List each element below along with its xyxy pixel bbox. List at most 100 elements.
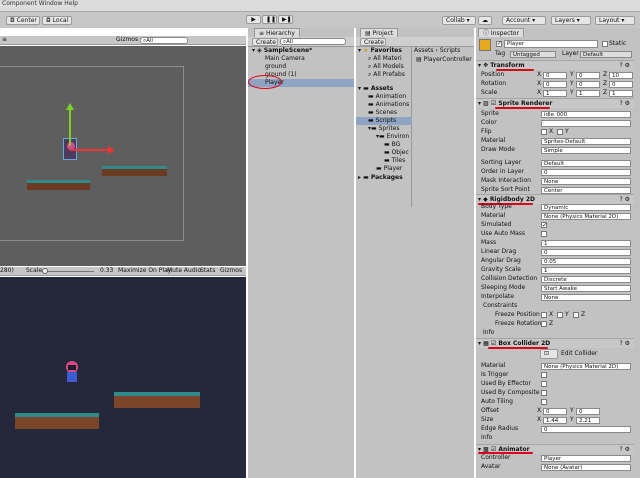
- move-gizmo-y-axis[interactable]: [69, 108, 71, 146]
- project-create-button[interactable]: Create ▾: [360, 38, 386, 46]
- use-auto-mass-checkbox[interactable]: [541, 231, 547, 237]
- script-file[interactable]: ▤ PlayerController: [416, 56, 474, 64]
- freeze-position-y-checkbox[interactable]: [557, 312, 563, 318]
- rigidbody-mass-field[interactable]: 1: [541, 240, 631, 247]
- assets-item[interactable]: ▬ Scenes: [368, 109, 397, 117]
- component-settings-icon[interactable]: ? ⚙: [620, 445, 630, 454]
- transform-z-field[interactable]: 10: [609, 72, 633, 79]
- freeze-rotation-z-checkbox[interactable]: [541, 321, 547, 327]
- scale-slider-thumb[interactable]: [42, 268, 48, 274]
- rigidbody-label[interactable]: Info: [483, 329, 494, 337]
- box-collider-material-field[interactable]: None (Physics Material 2D): [541, 363, 631, 370]
- box-collider-checkbox[interactable]: [541, 372, 547, 378]
- layers-dropdown[interactable]: Layers ▾: [551, 16, 591, 25]
- component-settings-icon[interactable]: ? ⚙: [620, 195, 630, 204]
- scene-ground-platform[interactable]: [27, 180, 90, 190]
- box-collider-size-y-field[interactable]: 2.21: [576, 417, 600, 424]
- transform-z-field[interactable]: 0: [609, 81, 633, 88]
- box-collider-checkbox[interactable]: [541, 390, 547, 396]
- hierarchy-item[interactable]: ground: [265, 63, 286, 71]
- component-settings-icon[interactable]: ? ⚙: [620, 61, 630, 70]
- pivot-center-button[interactable]: ◘ Center: [6, 16, 40, 25]
- sprites-item[interactable]: ▾▬ Environ: [376, 133, 409, 141]
- rigidbody-label[interactable]: Constraints: [483, 302, 517, 310]
- scene-view[interactable]: [0, 46, 246, 266]
- rigidbody-angular-drag-field[interactable]: 0.05: [541, 258, 631, 265]
- box-collider-size-x-field[interactable]: 1.44: [543, 417, 567, 424]
- rigidbody-sleeping-field[interactable]: Start Awake: [541, 285, 631, 292]
- hierarchy-item[interactable]: Main Camera: [265, 55, 305, 63]
- sprite-renderer-order-field[interactable]: 0: [541, 169, 631, 176]
- favorites-item[interactable]: ⌕ All Prefabs: [368, 71, 405, 79]
- transform-x-field[interactable]: 0: [543, 81, 567, 88]
- tab-inspector[interactable]: ⓘ Inspector: [478, 28, 524, 37]
- layer-dropdown[interactable]: Default: [580, 51, 632, 58]
- rigidbody-interpolate-field[interactable]: None: [541, 294, 631, 301]
- sprite-renderer-sprite-field[interactable]: idle_000: [541, 111, 631, 118]
- favorites-item[interactable]: ⌕ All Models: [368, 63, 404, 71]
- tab-project[interactable]: ▤ Project: [360, 28, 399, 37]
- scale-slider[interactable]: [42, 268, 94, 274]
- assets-item[interactable]: ▾▬ Sprites: [368, 125, 400, 133]
- favorites-item[interactable]: ⌕ All Materi: [368, 55, 402, 63]
- sprite-renderer-color-field[interactable]: [541, 120, 631, 127]
- scene-search-input[interactable]: ⌕All: [140, 37, 188, 44]
- rigidbody-linear-drag-field[interactable]: 0: [541, 249, 631, 256]
- maximize-on-play-toggle[interactable]: Maximize On Play: [118, 267, 171, 275]
- assets-item[interactable]: ▬ Animations: [368, 101, 409, 109]
- sprites-item[interactable]: ▬ Tiles: [384, 157, 405, 165]
- animator-controller-field[interactable]: Player: [541, 455, 631, 462]
- play-button[interactable]: ▶: [246, 15, 261, 24]
- sprite-renderer-sort-point-field[interactable]: Center: [541, 187, 631, 194]
- sprites-item[interactable]: ▬ Player: [376, 165, 402, 173]
- box-collider-edge-radius-field[interactable]: 0: [541, 426, 631, 433]
- hierarchy-search-input[interactable]: ⌕All: [280, 38, 346, 45]
- rigidbody-gravity-field[interactable]: 1: [541, 267, 631, 274]
- box-collider-offset-x-field[interactable]: 0: [543, 408, 567, 415]
- simulated-checkbox[interactable]: ✓: [541, 222, 547, 228]
- component-settings-icon[interactable]: ? ⚙: [620, 339, 630, 348]
- rigidbody-material-field[interactable]: None (Physics Material 2D): [541, 213, 631, 220]
- flip-y-checkbox[interactable]: [557, 129, 563, 135]
- object-name-input[interactable]: Player: [504, 40, 598, 48]
- sprites-item[interactable]: ▬ Objec: [384, 149, 409, 157]
- transform-y-field[interactable]: 0: [576, 72, 600, 79]
- sprite-renderer-sorting-layer-field[interactable]: Default: [541, 160, 631, 167]
- active-checkbox[interactable]: ✓: [496, 41, 502, 47]
- account-dropdown[interactable]: Account ▾: [502, 16, 546, 25]
- sprite-renderer-material-field[interactable]: Sprites-Default: [541, 138, 631, 145]
- component-settings-icon[interactable]: ? ⚙: [620, 99, 630, 108]
- menu-items[interactable]: Component Window Help: [2, 0, 78, 8]
- box-collider-label[interactable]: Info: [481, 434, 492, 442]
- box-collider-checkbox[interactable]: [541, 399, 547, 405]
- scene-root[interactable]: ▾ ◈ SampleScene*: [252, 47, 312, 55]
- flip-x-checkbox[interactable]: [541, 129, 547, 135]
- sprite-renderer-draw-mode-field[interactable]: Simple: [541, 147, 631, 154]
- pivot-local-button[interactable]: ◘ Local: [42, 16, 72, 25]
- cloud-button[interactable]: ☁: [478, 16, 492, 25]
- rigidbody-collision-field[interactable]: Discrete: [541, 276, 631, 283]
- edit-collider-button[interactable]: ⊡: [540, 349, 558, 359]
- assets-item[interactable]: ▬ Animation: [368, 93, 406, 101]
- move-gizmo-x-axis[interactable]: [70, 149, 108, 151]
- scene-gizmos-dropdown[interactable]: Gizmos ▾: [116, 36, 143, 44]
- scene-2d-toggle[interactable]: ≡: [2, 36, 7, 44]
- box-collider-checkbox[interactable]: [541, 381, 547, 387]
- game-gizmos-dropdown[interactable]: Gizmos: [220, 267, 242, 275]
- assets-folder[interactable]: ▾ ▬ Assets: [358, 85, 393, 93]
- assets-item-scripts[interactable]: ▬ Scripts: [368, 117, 396, 125]
- step-button[interactable]: ▶❚: [278, 15, 293, 24]
- freeze-position-z-checkbox[interactable]: [573, 312, 579, 318]
- favorites-folder[interactable]: ▾ ★ Favorites: [358, 47, 402, 55]
- resolution-dropdown[interactable]: 280): [0, 267, 14, 275]
- collab-button[interactable]: Collab ▾: [442, 16, 476, 25]
- transform-y-field[interactable]: 1: [576, 90, 600, 97]
- packages-folder[interactable]: ▸ ▬ Packages: [358, 174, 403, 182]
- scene-ground-platform[interactable]: [102, 166, 167, 176]
- transform-x-field[interactable]: 1: [543, 90, 567, 97]
- freeze-position-x-checkbox[interactable]: [541, 312, 547, 318]
- sprites-item[interactable]: ▬ BG: [384, 141, 400, 149]
- breadcrumb[interactable]: Assets › Scripts: [414, 47, 460, 55]
- tag-dropdown[interactable]: Untagged: [510, 51, 556, 58]
- transform-x-field[interactable]: 0: [543, 72, 567, 79]
